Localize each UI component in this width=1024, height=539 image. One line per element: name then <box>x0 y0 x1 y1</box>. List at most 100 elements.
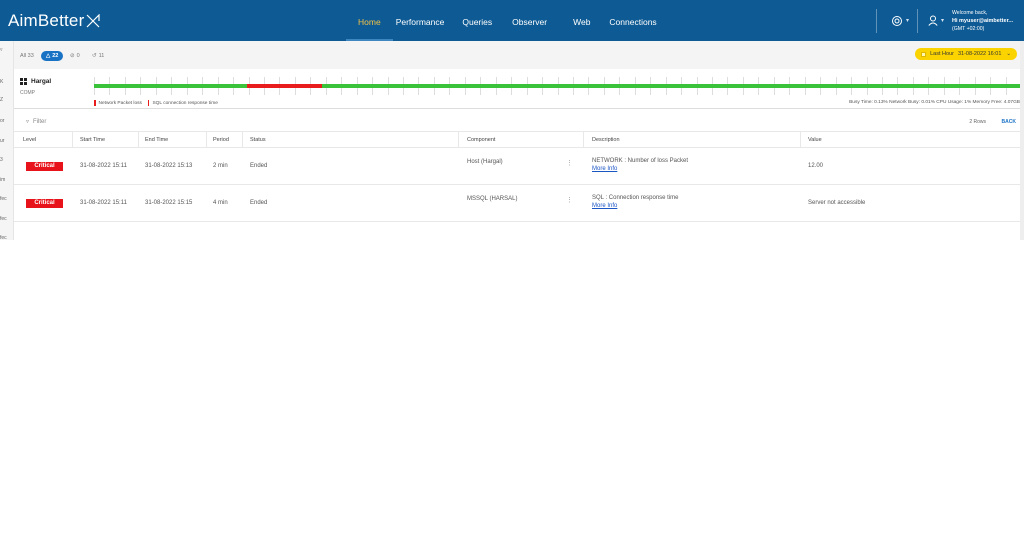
nav-observer[interactable]: Observer <box>501 0 560 41</box>
more-info-link[interactable]: More Info <box>592 166 688 174</box>
welcome-text: Welcome back, <box>952 9 988 16</box>
column-description[interactable]: Description <box>592 137 620 143</box>
sidebar-item[interactable]: 3 <box>0 157 3 163</box>
column-level[interactable]: Level <box>23 137 36 143</box>
column-divider <box>138 132 139 148</box>
host-name-label: Hargal <box>31 78 52 85</box>
column-divider <box>242 132 243 148</box>
main-nav: Home Performance Queries Observer Web Co… <box>346 0 666 41</box>
filter-no-connection[interactable]: ⊘ 0 <box>70 53 80 59</box>
user-icon <box>928 15 938 26</box>
sidebar-item[interactable]: K <box>0 79 3 85</box>
timeline-alert-segment[interactable] <box>247 84 322 88</box>
time-range-label: Last Hour <box>930 51 954 57</box>
period: 4 min <box>213 200 228 206</box>
alert-filter-bar: All 33 △ 22 ⊘ 0 ↺ 11 Last Hour 31-08-202… <box>14 41 1024 69</box>
user-menu[interactable]: ▾ Welcome back, Hi myuser@aimbetter... (… <box>918 9 1024 33</box>
nav-queries[interactable]: Queries <box>453 0 501 41</box>
legend-item: Network Packet loss <box>94 100 142 106</box>
calendar-icon <box>921 51 927 57</box>
chevron-down-icon: ⌄ <box>1006 51 1011 57</box>
back-button[interactable]: BACK <box>1002 119 1016 125</box>
filter-icon: ▿ <box>26 119 30 125</box>
filter-icon[interactable]: ▿ <box>0 47 3 53</box>
gear-icon <box>891 15 902 26</box>
no-connection-count: 0 <box>76 53 80 59</box>
start-time: 31-08-2022 15:11 <box>80 200 127 206</box>
nav-performance[interactable]: Performance <box>393 0 454 41</box>
legend-label: Network Packet loss <box>98 100 142 106</box>
alerts-pill: △ 22 <box>41 51 64 61</box>
sidebar-item[interactable]: fec <box>0 235 7 240</box>
legend-marker <box>147 100 150 106</box>
logo-text: AimBetter <box>8 11 85 30</box>
sidebar-item[interactable]: fec <box>0 196 7 202</box>
user-greeting: Welcome back, Hi myuser@aimbetter... (GM… <box>952 9 1018 33</box>
column-start-time[interactable]: Start Time <box>80 137 105 143</box>
table-row[interactable]: Critical 31-08-2022 15:11 31-08-2022 15:… <box>14 185 1024 222</box>
time-range-value: 31-08-2022 16:01 <box>957 51 1002 57</box>
alerts-panel: ▿ Filter 2 Rows BACK Level Start Time En… <box>14 110 1024 240</box>
timeline-legend: Network Packet loss SQL connection respo… <box>94 100 218 106</box>
column-divider <box>583 132 584 148</box>
settings-menu[interactable]: ▾ <box>877 15 917 27</box>
resolved-count: 11 <box>98 53 105 59</box>
chevron-down-icon: ▾ <box>905 18 909 24</box>
host-card: Hargal COMP Network Packet loss SQL conn… <box>14 69 1024 109</box>
health-timeline[interactable] <box>94 84 1021 88</box>
page-scrollbar[interactable] <box>1020 41 1024 240</box>
host-name[interactable]: Hargal <box>20 78 51 85</box>
resolved-icon: ↺ <box>92 53 97 59</box>
nav-connections[interactable]: Connections <box>601 0 665 41</box>
column-component[interactable]: Component <box>467 137 495 143</box>
host-stats: Busy Time: 0.13% Network Busy: 0.01% CPU… <box>849 100 1020 105</box>
logo[interactable]: AimBetter <box>8 11 101 31</box>
column-end-time[interactable]: End Time <box>145 137 168 143</box>
chevron-down-icon: ▾ <box>940 18 944 24</box>
nav-home[interactable]: Home <box>346 0 393 41</box>
top-bar: AimBetter Home Performance Queries Obser… <box>0 0 1024 41</box>
end-time: 31-08-2022 15:15 <box>145 200 193 206</box>
column-status[interactable]: Status <box>250 137 266 143</box>
sidebar-item[interactable]: ur <box>0 138 4 144</box>
windows-icon <box>20 78 27 85</box>
more-options-icon[interactable]: ⋮ <box>566 159 573 167</box>
filter-label: Filter <box>33 118 47 125</box>
column-value[interactable]: Value <box>808 137 822 143</box>
header-right: ▾ ▾ Welcome back, Hi myuser@aimbetter...… <box>875 0 1024 41</box>
filter-all[interactable]: All 33 <box>20 53 34 59</box>
time-range-selector[interactable]: Last Hour 31-08-2022 16:01 ⌄ <box>915 48 1017 60</box>
component: MSSQL (HARSAL) <box>467 196 518 202</box>
warning-icon: △ <box>46 53 51 59</box>
legend-label: SQL connection response time <box>152 100 218 106</box>
description: NETWORK : Number of loss Packet More Inf… <box>592 158 688 173</box>
sidebar-item[interactable]: im <box>0 177 5 183</box>
end-time: 31-08-2022 15:13 <box>145 163 193 169</box>
more-info-link[interactable]: More Info <box>592 203 679 211</box>
filter-resolved[interactable]: ↺ 11 <box>92 53 104 59</box>
sidebar-item[interactable]: Z <box>0 97 3 103</box>
column-period[interactable]: Period <box>213 137 229 143</box>
legend-item: SQL connection response time <box>147 100 218 106</box>
column-divider <box>72 132 73 148</box>
column-divider <box>206 132 207 148</box>
sidebar-item[interactable]: or <box>0 118 4 124</box>
more-options-icon[interactable]: ⋮ <box>566 196 573 204</box>
sidebar-item[interactable]: fec <box>0 216 7 222</box>
left-sidebar: ▿ K Z or ur 3 im fec fec fec <box>0 41 14 240</box>
value: Server not accessible <box>808 200 866 206</box>
period: 2 min <box>213 163 228 169</box>
status: Ended <box>250 200 268 206</box>
start-time: 31-08-2022 15:11 <box>80 163 127 169</box>
row-count: 2 Rows <box>969 119 986 125</box>
host-type: COMP <box>20 90 35 96</box>
critical-badge: Critical <box>26 199 63 208</box>
filter-alerts[interactable]: △ 22 <box>41 51 64 61</box>
table-filter[interactable]: ▿ Filter <box>26 118 47 126</box>
description-text: NETWORK : Number of loss Packet <box>592 158 689 164</box>
nav-web[interactable]: Web <box>560 0 601 41</box>
timezone: (GMT +02:00) <box>952 25 985 32</box>
critical-badge: Critical <box>26 162 63 171</box>
table-header: Level Start Time End Time Period Status … <box>14 132 1024 148</box>
table-row[interactable]: Critical 31-08-2022 15:11 31-08-2022 15:… <box>14 148 1024 185</box>
